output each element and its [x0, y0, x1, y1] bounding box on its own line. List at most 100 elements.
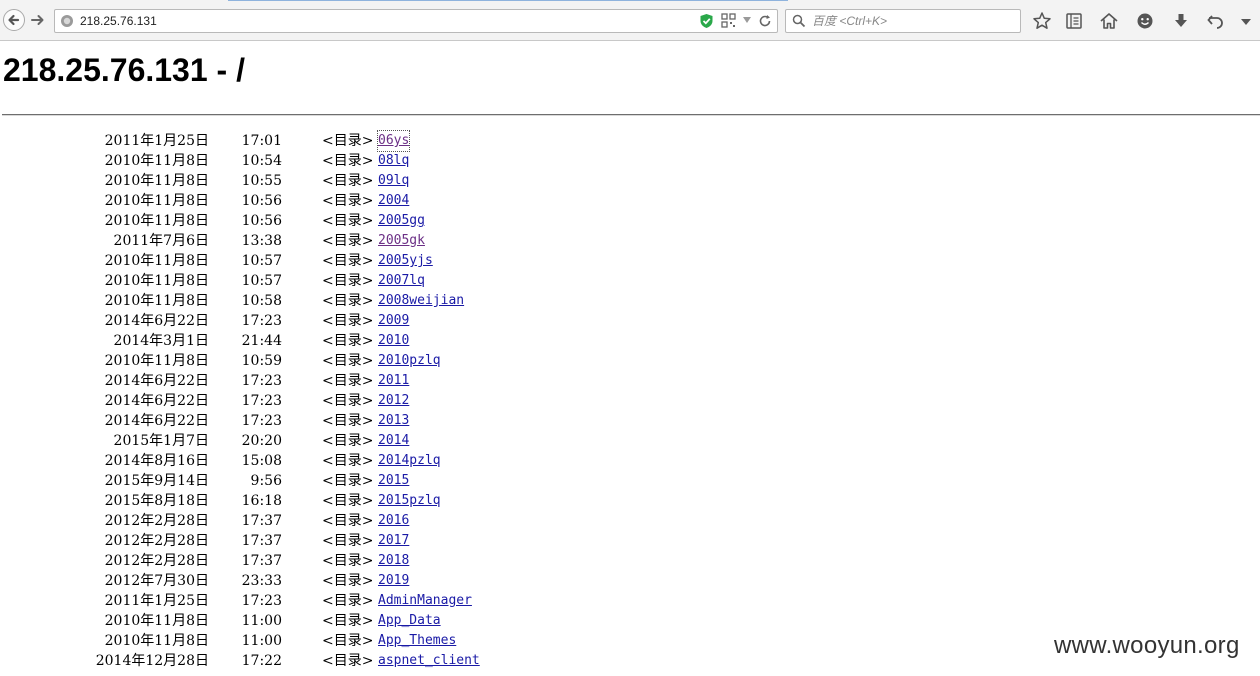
directory-row: 2014年6月22日 17:23 <目录> 2009	[0, 311, 700, 331]
modified-date: 2010年11月8日	[104, 253, 209, 269]
directory-row: 2010年11月8日 10:56 <目录> 2004	[0, 191, 700, 211]
address-bar[interactable]: 218.25.76.131	[54, 9, 778, 33]
directory-link[interactable]: 2012	[378, 391, 409, 411]
security-shield-icon[interactable]	[699, 13, 714, 29]
smiley-feedback-icon[interactable]	[1135, 11, 1155, 31]
modified-date: 2010年11月8日	[104, 173, 209, 189]
entry-type: <目录>	[322, 473, 374, 489]
directory-link[interactable]: 06ys	[376, 130, 411, 152]
modified-time: 10:58	[241, 293, 282, 309]
directory-row: 2010年11月8日 10:57 <目录> 2007lq	[0, 271, 700, 291]
address-text[interactable]: 218.25.76.131	[80, 13, 157, 29]
directory-row: 2010年11月8日 10:57 <目录> 2005yjs	[0, 251, 700, 271]
entry-type: <目录>	[322, 353, 374, 369]
directory-link[interactable]: 2016	[378, 511, 409, 531]
directory-link[interactable]: App_Themes	[378, 631, 456, 651]
chevron-down-icon[interactable]	[742, 15, 752, 25]
directory-link[interactable]: 2013	[378, 411, 409, 431]
modified-time: 17:23	[241, 593, 282, 609]
modified-date: 2011年1月25日	[104, 593, 209, 609]
back-button[interactable]	[3, 9, 25, 31]
directory-link[interactable]: 2019	[378, 571, 409, 591]
modified-date: 2015年1月7日	[113, 433, 209, 449]
entry-type: <目录>	[322, 553, 374, 569]
search-placeholder[interactable]: 百度 <Ctrl+K>	[812, 13, 887, 29]
modified-date: 2012年2月28日	[104, 533, 209, 549]
directory-link[interactable]: 09lq	[378, 171, 409, 191]
directory-row: 2012年2月28日 17:37 <目录> 2017	[0, 531, 700, 551]
entry-type: <目录>	[322, 313, 374, 329]
directory-link[interactable]: 2010pzlq	[378, 351, 441, 371]
entry-type: <目录>	[322, 433, 374, 449]
directory-link[interactable]: 2015	[378, 471, 409, 491]
qr-code-icon[interactable]	[721, 13, 736, 28]
entry-type: <目录>	[322, 653, 374, 669]
modified-date: 2010年11月8日	[104, 213, 209, 229]
undo-back-icon[interactable]	[1206, 11, 1226, 31]
modified-time: 11:00	[241, 613, 282, 629]
modified-date: 2015年9月14日	[104, 473, 209, 489]
modified-time: 10:56	[241, 193, 282, 209]
directory-link[interactable]: 2011	[378, 371, 409, 391]
directory-link[interactable]: 2004	[378, 191, 409, 211]
modified-date: 2014年8月16日	[104, 453, 209, 469]
directory-link[interactable]: 2018	[378, 551, 409, 571]
directory-link[interactable]: 2005gk	[378, 231, 425, 251]
directory-listing: 2011年1月25日 17:01 <目录> 06ys 2010年11月8日 10:54 <目…	[0, 130, 700, 671]
modified-date: 2010年11月8日	[104, 633, 209, 649]
entry-type: <目录>	[322, 173, 374, 189]
modified-time: 21:44	[241, 333, 282, 349]
directory-link[interactable]: 2014pzlq	[378, 451, 441, 471]
directory-link[interactable]: 2017	[378, 531, 409, 551]
entry-type: <目录>	[322, 273, 374, 289]
directory-link[interactable]: 2009	[378, 311, 409, 331]
modified-time: 16:18	[241, 493, 282, 509]
directory-link[interactable]: 08lq	[378, 151, 409, 171]
modified-date: 2010年11月8日	[104, 613, 209, 629]
directory-row: 2010年11月8日 10:56 <目录> 2005gg	[0, 211, 700, 231]
directory-link[interactable]: 2005yjs	[378, 251, 433, 271]
download-icon[interactable]	[1171, 11, 1191, 31]
modified-time: 17:23	[241, 373, 282, 389]
directory-row: 2012年7月30日 23:33 <目录> 2019	[0, 571, 700, 591]
modified-date: 2010年11月8日	[104, 273, 209, 289]
star-bookmark-icon[interactable]	[1032, 11, 1052, 31]
entry-type: <目录>	[322, 293, 374, 309]
search-icon	[792, 14, 806, 28]
home-icon[interactable]	[1099, 11, 1119, 31]
entry-type: <目录>	[322, 573, 374, 589]
directory-link[interactable]: App_Data	[378, 611, 441, 631]
modified-date: 2014年6月22日	[104, 393, 209, 409]
modified-date: 2012年7月30日	[104, 573, 209, 589]
modified-time: 13:38	[241, 233, 282, 249]
entry-type: <目录>	[322, 613, 374, 629]
directory-row: 2014年6月22日 17:23 <目录> 2013	[0, 411, 700, 431]
reading-list-icon[interactable]	[1064, 11, 1084, 31]
directory-link[interactable]: AdminManager	[378, 591, 472, 611]
modified-date: 2010年11月8日	[104, 293, 209, 309]
reload-icon[interactable]	[758, 14, 772, 28]
directory-link[interactable]: 2014	[378, 431, 409, 451]
entry-type: <目录>	[322, 593, 374, 609]
directory-link[interactable]: 2007lq	[378, 271, 425, 291]
modified-time: 11:00	[241, 633, 282, 649]
modified-date: 2014年6月22日	[104, 313, 209, 329]
directory-row: 2014年6月22日 17:23 <目录> 2011	[0, 371, 700, 391]
directory-link[interactable]: 2010	[378, 331, 409, 351]
menu-chevron-icon[interactable]	[1236, 11, 1256, 31]
modified-date: 2010年11月8日	[104, 353, 209, 369]
entry-type: <目录>	[322, 213, 374, 229]
directory-link[interactable]: 2015pzlq	[378, 491, 441, 511]
modified-date: 2011年1月25日	[104, 133, 209, 149]
directory-row: 2010年11月8日 11:00 <目录> App_Themes	[0, 631, 700, 651]
modified-time: 9:56	[250, 473, 282, 489]
directory-link[interactable]: aspnet_client	[378, 651, 480, 671]
modified-time: 17:37	[241, 533, 282, 549]
modified-time: 10:57	[241, 273, 282, 289]
modified-date: 2010年11月8日	[104, 153, 209, 169]
search-bar[interactable]: 百度 <Ctrl+K>	[785, 9, 1021, 33]
directory-link[interactable]: 2005gg	[378, 211, 425, 231]
entry-type: <目录>	[322, 493, 374, 509]
directory-link[interactable]: 2008weijian	[378, 291, 464, 311]
forward-button[interactable]	[30, 12, 46, 28]
